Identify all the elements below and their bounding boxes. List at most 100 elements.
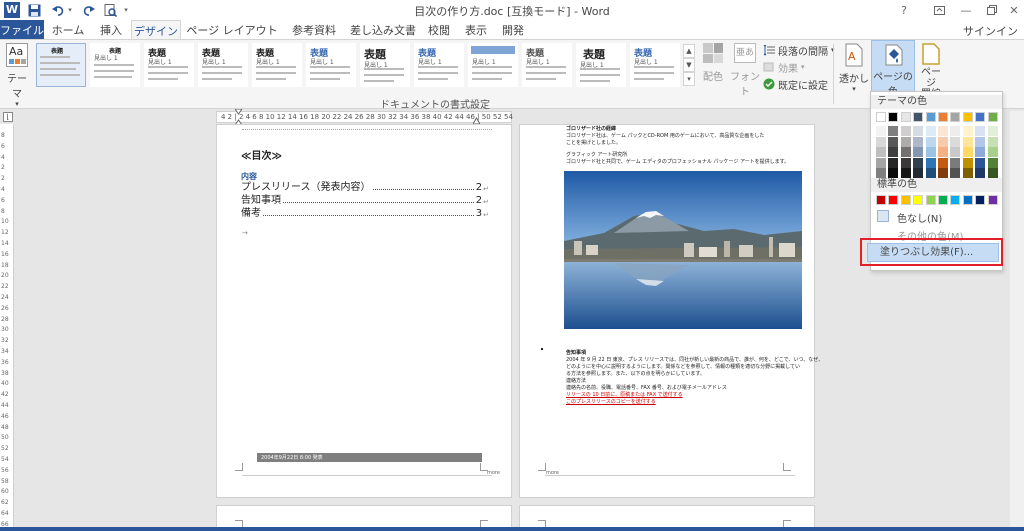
theme-color-shade-swatch[interactable] xyxy=(913,168,924,178)
theme-color-shade-swatch[interactable] xyxy=(888,157,899,168)
style-set-thumb[interactable]: 表題 見出し 1 xyxy=(576,43,626,87)
theme-color-shade-swatch[interactable] xyxy=(876,157,886,168)
style-set-thumb[interactable]: 表題 見出し 1 xyxy=(252,43,302,87)
theme-color-shade-swatch[interactable] xyxy=(987,126,998,136)
style-set-thumb[interactable]: 表題 見出し 1 xyxy=(630,43,680,87)
standard-color-swatch[interactable] xyxy=(938,195,948,205)
theme-color-shade-swatch[interactable] xyxy=(925,126,936,136)
theme-color-shade-swatch[interactable] xyxy=(962,157,973,168)
paragraph-spacing-button[interactable]: 段落の間隔 ▾ xyxy=(763,43,835,58)
theme-color-shade-swatch[interactable] xyxy=(987,136,998,147)
ruler-toggle-icon[interactable]: ⌊ xyxy=(3,112,13,122)
theme-color-shade-swatch[interactable] xyxy=(975,157,986,168)
theme-color-shade-swatch[interactable] xyxy=(962,147,973,157)
style-set-thumb[interactable]: 表題 見出し 1 xyxy=(306,43,356,87)
document-page-2[interactable]: ゴロリザード社の経緯 ゴロリザード社は、ゲーム パックとCD-ROM 用のゲーム… xyxy=(519,124,823,498)
style-set-thumb[interactable]: 表題 見出し 1 xyxy=(414,43,464,87)
theme-color-swatch[interactable] xyxy=(987,112,998,122)
theme-color-shade-swatch[interactable] xyxy=(975,126,986,136)
section2-title[interactable]: グラフィック アート研究所 xyxy=(566,152,627,159)
standard-color-swatch[interactable] xyxy=(925,195,936,205)
theme-color-swatch[interactable] xyxy=(876,112,886,122)
theme-color-swatch[interactable] xyxy=(975,112,986,122)
theme-color-shade-swatch[interactable] xyxy=(900,147,911,157)
style-set-thumb[interactable]: 表題 見出し 1 xyxy=(144,43,194,87)
toc-title[interactable]: ≪目次≫ xyxy=(241,147,282,162)
theme-color-swatch[interactable] xyxy=(888,112,899,122)
style-set-thumb[interactable]: 表題 見出し 1 xyxy=(198,43,248,87)
gallery-scroll-up-icon[interactable]: ▲ xyxy=(683,44,695,58)
theme-color-shade-swatch[interactable] xyxy=(987,147,998,157)
gallery-scroll-down-icon[interactable]: ▼ xyxy=(683,58,695,72)
theme-color-shade-swatch[interactable] xyxy=(950,147,961,157)
theme-color-shade-swatch[interactable] xyxy=(925,157,936,168)
ribbon-display-options-icon[interactable] xyxy=(925,0,953,20)
theme-color-shade-swatch[interactable] xyxy=(938,126,948,136)
theme-color-shade-swatch[interactable] xyxy=(975,168,986,178)
theme-color-shade-swatch[interactable] xyxy=(925,136,936,147)
theme-color-shade-swatch[interactable] xyxy=(987,168,998,178)
tab-insert[interactable]: 挿入 xyxy=(92,20,130,39)
theme-color-shade-swatch[interactable] xyxy=(913,157,924,168)
colors-button[interactable]: 配色 xyxy=(700,43,726,93)
theme-color-shade-swatch[interactable] xyxy=(888,168,899,178)
tab-developer[interactable]: 開発 xyxy=(495,20,531,39)
style-set-gallery[interactable]: 表題 表題 見出し 1 表題 見出し 1 表題 見出し 1 表題 見出し 1 表… xyxy=(34,43,694,89)
tab-view[interactable]: 表示 xyxy=(458,20,494,39)
vertical-ruler[interactable]: 8 6 4 2 2 4 6 8 10 12 14 16 18 20 22 24 26 28 30 32 34 36 38 40… xyxy=(0,124,14,531)
document-page-1[interactable]: ≪目次≫ 内容 プレスリリース（発表内容） 2 ↵ 告知事項 2 ↵ 備考 3 ↵ → 2004… xyxy=(216,124,512,498)
theme-color-shade-swatch[interactable] xyxy=(888,136,899,147)
theme-color-shade-swatch[interactable] xyxy=(975,136,986,147)
style-set-thumb[interactable]: 表題 見出し 1 xyxy=(522,43,572,87)
theme-color-shade-swatch[interactable] xyxy=(938,147,948,157)
theme-color-shade-swatch[interactable] xyxy=(888,147,899,157)
theme-color-shade-swatch[interactable] xyxy=(950,136,961,147)
theme-color-shade-swatch[interactable] xyxy=(950,126,961,136)
tab-file[interactable]: ファイル xyxy=(0,20,44,39)
theme-color-swatch[interactable] xyxy=(913,112,924,122)
minimize-button[interactable]: — xyxy=(952,0,980,20)
theme-color-shade-swatch[interactable] xyxy=(975,147,986,157)
theme-color-shade-swatch[interactable] xyxy=(925,168,936,178)
fonts-button[interactable]: 亜あ フォント xyxy=(730,43,760,98)
standard-color-swatch[interactable] xyxy=(888,195,899,205)
theme-color-swatch[interactable] xyxy=(900,112,911,122)
standard-color-swatch[interactable] xyxy=(962,195,973,205)
style-set-thumb[interactable]: 表題 xyxy=(36,43,86,87)
theme-color-shade-swatch[interactable] xyxy=(950,157,961,168)
set-default-button[interactable]: 既定に設定 xyxy=(763,77,828,92)
page-color-button[interactable]: ページの色 ▾ xyxy=(871,40,915,106)
footer-band[interactable]: 2004年9月22日 8:00 発表 xyxy=(257,453,482,462)
no-color-item[interactable]: 色なし(N) xyxy=(875,208,1000,225)
horizontal-ruler[interactable]: 4 2 | 2 4 6 8 10 12 14 16 18 20 22 24 26… xyxy=(216,111,513,123)
theme-color-shade-swatch[interactable] xyxy=(938,168,948,178)
theme-color-shade-swatch[interactable] xyxy=(888,126,899,136)
mountain-photo[interactable] xyxy=(564,171,802,329)
theme-color-shade-swatch[interactable] xyxy=(900,157,911,168)
indent-marker-icon[interactable] xyxy=(235,109,242,125)
section1-title[interactable]: ゴロリザード社の経緯 xyxy=(566,126,616,133)
vertical-scrollbar[interactable] xyxy=(1010,111,1024,527)
theme-color-shade-swatch[interactable] xyxy=(987,157,998,168)
theme-color-swatch[interactable] xyxy=(938,112,948,122)
toc-entry[interactable]: 備考 3 ↵ xyxy=(241,207,489,219)
tab-mailings[interactable]: 差し込み文書 xyxy=(346,20,420,39)
notice-title[interactable]: 告知事項 xyxy=(566,350,586,357)
style-set-thumb[interactable]: 表題 見出し 1 xyxy=(90,43,140,87)
theme-color-shade-swatch[interactable] xyxy=(876,136,886,147)
standard-color-swatch[interactable] xyxy=(950,195,961,205)
standard-color-swatch[interactable] xyxy=(975,195,986,205)
theme-color-shade-swatch[interactable] xyxy=(900,126,911,136)
tab-references[interactable]: 参考資料 xyxy=(283,20,345,39)
theme-color-shade-swatch[interactable] xyxy=(962,168,973,178)
theme-color-shade-swatch[interactable] xyxy=(876,168,886,178)
standard-color-swatch[interactable] xyxy=(987,195,998,205)
theme-color-swatch[interactable] xyxy=(950,112,961,122)
close-button[interactable]: ✕ xyxy=(1000,0,1024,20)
tab-page-layout[interactable]: ページ レイアウト xyxy=(182,20,282,39)
standard-color-swatch[interactable] xyxy=(876,195,886,205)
right-indent-marker-icon[interactable] xyxy=(473,117,480,124)
help-button[interactable]: ? xyxy=(890,0,918,20)
theme-button[interactable]: Aa テーマ ▾ xyxy=(4,43,30,108)
theme-color-swatch[interactable] xyxy=(925,112,936,122)
